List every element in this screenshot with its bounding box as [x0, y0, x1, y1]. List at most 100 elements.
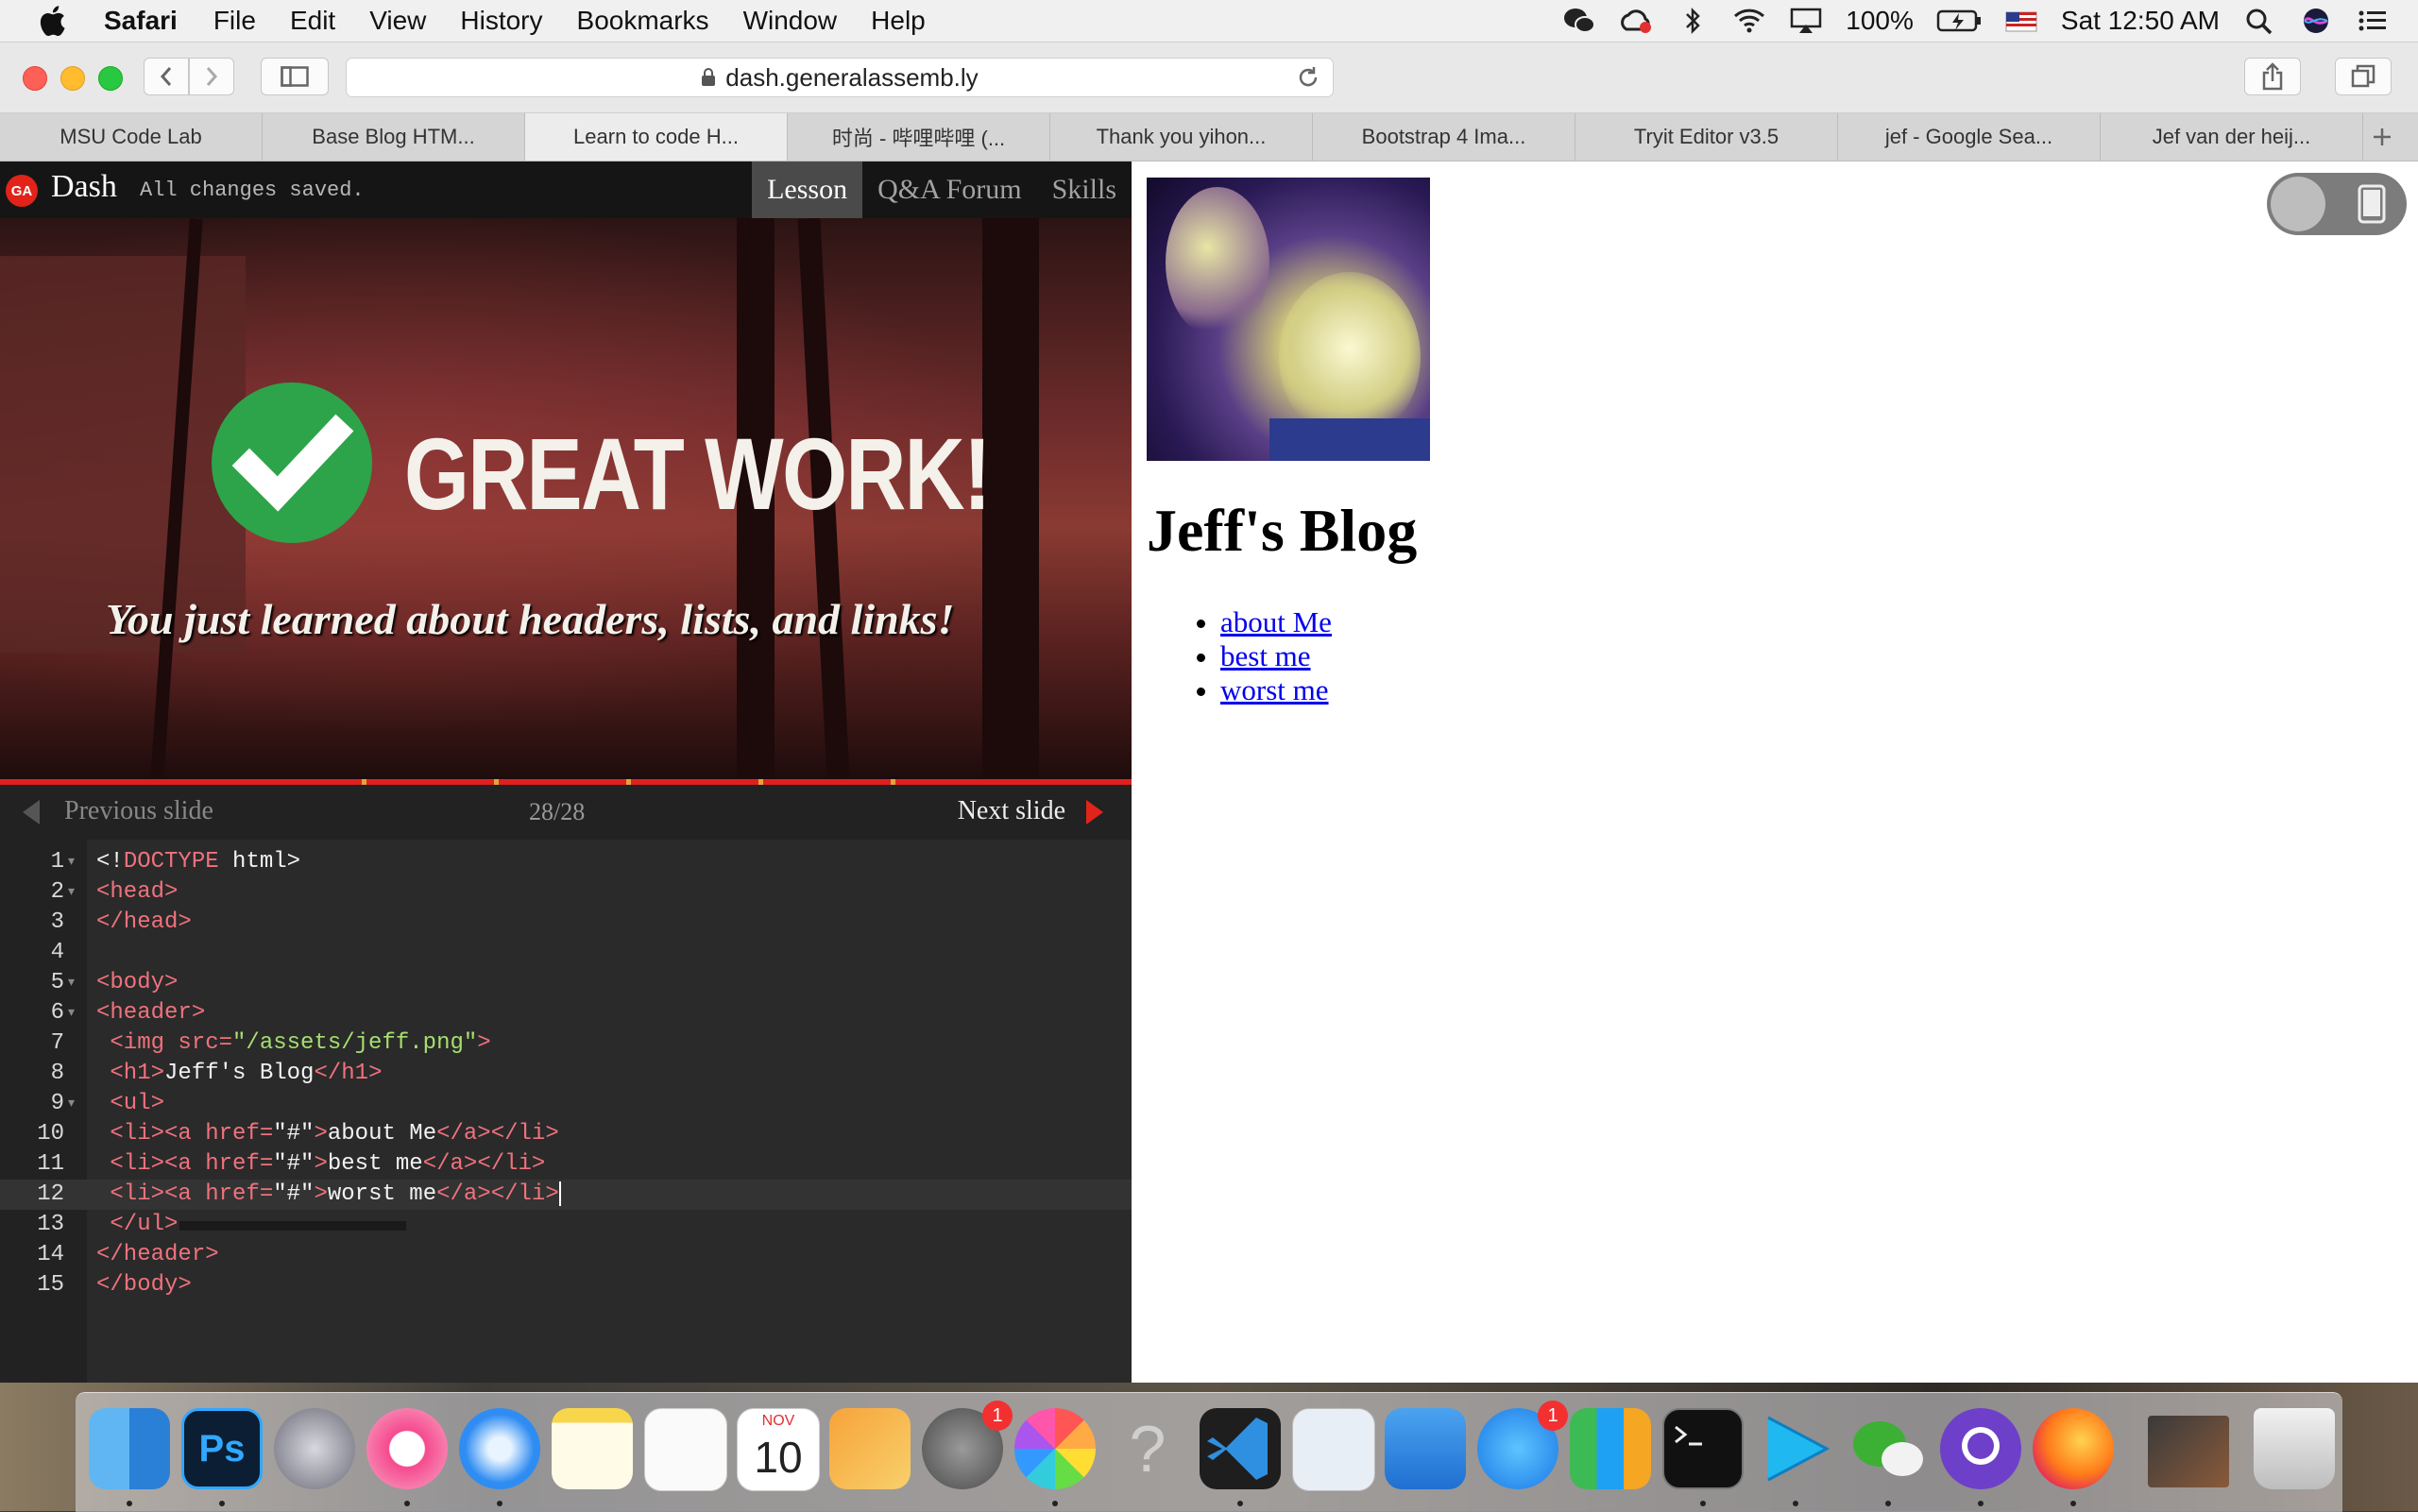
- wechat-icon[interactable]: [1848, 1408, 1929, 1489]
- link-worst-me[interactable]: worst me: [1220, 673, 1329, 706]
- tab-qa-forum[interactable]: Q&A Forum: [862, 161, 1037, 218]
- new-tab-button[interactable]: [2363, 113, 2401, 161]
- firefox-icon[interactable]: [2033, 1408, 2114, 1489]
- code-line[interactable]: 4: [0, 938, 1132, 968]
- code-line[interactable]: 7 <img src="/assets/jeff.png">: [0, 1028, 1132, 1059]
- menu-edit[interactable]: Edit: [290, 6, 335, 36]
- code-line[interactable]: 15 </body>: [0, 1270, 1132, 1300]
- code-line[interactable]: 14 </header>: [0, 1240, 1132, 1270]
- launchpad-icon[interactable]: [274, 1408, 355, 1489]
- system-preferences-icon[interactable]: 1: [922, 1401, 1013, 1489]
- notification-center-icon[interactable]: [2356, 7, 2390, 35]
- airplay-icon[interactable]: [1789, 7, 1823, 35]
- link-best-me[interactable]: best me: [1220, 639, 1311, 672]
- code-line[interactable]: 3 </head>: [0, 908, 1132, 938]
- terminal-icon[interactable]: [1662, 1408, 1744, 1489]
- code-line-current[interactable]: 12 <li><a href="#">worst me</a></li>: [0, 1180, 1132, 1210]
- github-desktop-icon[interactable]: [1940, 1408, 2021, 1489]
- zoom-window-button[interactable]: [98, 66, 123, 91]
- code-line[interactable]: 6 ▾ <header>: [0, 998, 1132, 1028]
- preview-icon[interactable]: [1292, 1408, 1375, 1491]
- menu-view[interactable]: View: [369, 6, 426, 36]
- close-window-button[interactable]: [23, 66, 47, 91]
- safari-icon[interactable]: [459, 1408, 540, 1489]
- menu-history[interactable]: History: [460, 6, 542, 36]
- previous-arrow-icon[interactable]: [23, 800, 40, 824]
- photoshop-document-icon[interactable]: [2148, 1416, 2229, 1487]
- code-text: <head>: [96, 879, 179, 905]
- sidebar-toggle-button[interactable]: [261, 58, 329, 95]
- notes-icon[interactable]: [552, 1408, 633, 1489]
- browser-tab[interactable]: Jef van der heij...: [2101, 113, 2363, 161]
- minimize-window-button[interactable]: [60, 66, 85, 91]
- spotlight-search-icon[interactable]: [2242, 7, 2276, 35]
- share-button[interactable]: [2244, 58, 2301, 95]
- finder-icon[interactable]: [89, 1408, 170, 1489]
- help-question-icon[interactable]: ?: [1107, 1408, 1188, 1489]
- creative-cloud-status-icon[interactable]: [1619, 7, 1653, 35]
- fold-arrow-icon[interactable]: ▾: [68, 968, 79, 998]
- code-line[interactable]: 9 ▾ <ul>: [0, 1089, 1132, 1119]
- reminders-icon[interactable]: [644, 1408, 727, 1491]
- code-editor[interactable]: 1 ▾ <!DOCTYPE html> 2 ▾ <head> 3 </head> 4 5 ▾ <bod…: [0, 840, 1132, 1383]
- address-bar[interactable]: dash.generalassemb.ly: [346, 58, 1334, 97]
- wifi-icon[interactable]: [1732, 7, 1766, 35]
- code-line[interactable]: 5 ▾ <body>: [0, 968, 1132, 998]
- fold-arrow-icon[interactable]: ▾: [68, 847, 79, 877]
- forward-button[interactable]: [189, 58, 234, 95]
- wechat-status-icon[interactable]: [1562, 7, 1596, 35]
- siri-icon[interactable]: [2299, 7, 2333, 35]
- us-flag-input-icon[interactable]: [2004, 7, 2038, 35]
- calendar-icon[interactable]: NOV 10: [737, 1408, 820, 1491]
- apple-icon[interactable]: [38, 5, 66, 37]
- app-store-icon[interactable]: 1: [1477, 1401, 1568, 1489]
- code-line[interactable]: 2 ▾ <head>: [0, 877, 1132, 908]
- ga-logo[interactable]: GA: [6, 175, 38, 207]
- tab-overview-button[interactable]: [2335, 58, 2392, 95]
- browser-tab[interactable]: 时尚 - 哔哩哔哩 (...: [788, 113, 1050, 161]
- tab-lesson[interactable]: Lesson: [752, 161, 863, 218]
- horizontal-scrollbar[interactable]: [179, 1221, 406, 1231]
- photos-icon[interactable]: [1014, 1408, 1096, 1489]
- dash-title[interactable]: Dash: [51, 169, 117, 205]
- link-about-me[interactable]: about Me: [1220, 605, 1332, 638]
- browser-tab-active[interactable]: Learn to code H...: [525, 113, 788, 161]
- code-line[interactable]: 1 ▾ <!DOCTYPE html>: [0, 847, 1132, 877]
- itunes-icon[interactable]: [366, 1408, 448, 1489]
- menu-window[interactable]: Window: [743, 6, 838, 36]
- code-line[interactable]: 13 </ul>: [0, 1210, 1132, 1240]
- browser-tab[interactable]: MSU Code Lab: [0, 113, 263, 161]
- browser-tab[interactable]: jef - Google Sea...: [1838, 113, 2101, 161]
- keynote-icon[interactable]: [1385, 1408, 1466, 1489]
- fold-arrow-icon[interactable]: ▾: [68, 1089, 79, 1119]
- menu-app-name[interactable]: Safari: [104, 6, 178, 36]
- reload-icon[interactable]: [1295, 64, 1321, 91]
- next-slide-button[interactable]: Next slide: [958, 796, 1065, 826]
- bluetooth-icon[interactable]: [1676, 7, 1710, 35]
- mobile-view-toggle[interactable]: [2267, 173, 2407, 235]
- menu-bookmarks[interactable]: Bookmarks: [577, 6, 709, 36]
- trash-icon[interactable]: [2254, 1408, 2335, 1489]
- visual-studio-code-icon[interactable]: [1200, 1408, 1281, 1489]
- code-line[interactable]: 11 <li><a href="#">best me</a></li>: [0, 1149, 1132, 1180]
- code-line[interactable]: 10 <li><a href="#">about Me</a></li>: [0, 1119, 1132, 1149]
- menu-bar-clock[interactable]: Sat 12:50 AM: [2061, 6, 2220, 36]
- pages-icon[interactable]: [829, 1408, 911, 1489]
- photoshop-icon[interactable]: Ps: [181, 1408, 263, 1489]
- browser-tab[interactable]: Tryit Editor v3.5: [1575, 113, 1838, 161]
- browser-tab[interactable]: Thank you yihon...: [1050, 113, 1313, 161]
- browser-tab[interactable]: Base Blog HTM...: [263, 113, 525, 161]
- menu-file[interactable]: File: [213, 6, 256, 36]
- previous-slide-button[interactable]: Previous slide: [64, 796, 213, 826]
- numbers-icon[interactable]: [1570, 1408, 1651, 1489]
- menu-help[interactable]: Help: [871, 6, 926, 36]
- back-button[interactable]: [144, 58, 189, 95]
- battery-icon[interactable]: [1936, 7, 1982, 35]
- browser-tab[interactable]: Bootstrap 4 Ima...: [1313, 113, 1575, 161]
- fold-arrow-icon[interactable]: ▾: [68, 998, 79, 1028]
- fold-arrow-icon[interactable]: ▾: [68, 877, 79, 908]
- infuse-icon[interactable]: [1755, 1408, 1836, 1489]
- next-arrow-icon[interactable]: [1086, 800, 1103, 824]
- tab-skills[interactable]: Skills: [1037, 161, 1132, 218]
- code-line[interactable]: 8 <h1>Jeff's Blog</h1>: [0, 1059, 1132, 1089]
